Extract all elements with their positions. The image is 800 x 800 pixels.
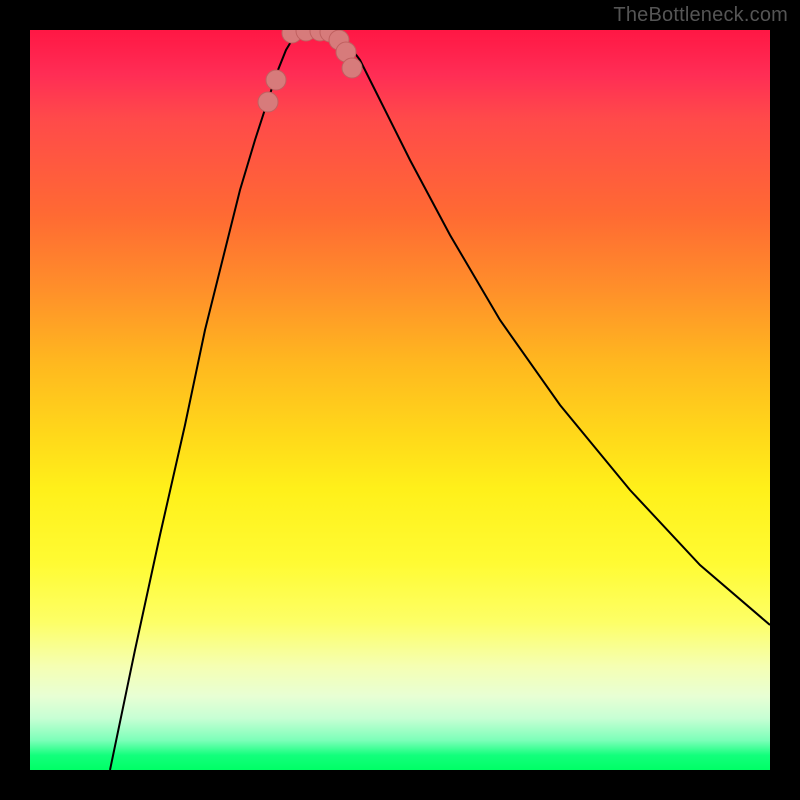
plot-area [30, 30, 770, 770]
marker-group [258, 30, 362, 112]
watermark-text: TheBottleneck.com [613, 4, 788, 27]
marker-dot [258, 92, 278, 112]
curve-right-branch [335, 30, 770, 625]
marker-dot [266, 70, 286, 90]
curve-left-branch [110, 30, 302, 770]
chart-svg [30, 30, 770, 770]
chart-frame: TheBottleneck.com [0, 0, 800, 800]
marker-dot [342, 58, 362, 78]
